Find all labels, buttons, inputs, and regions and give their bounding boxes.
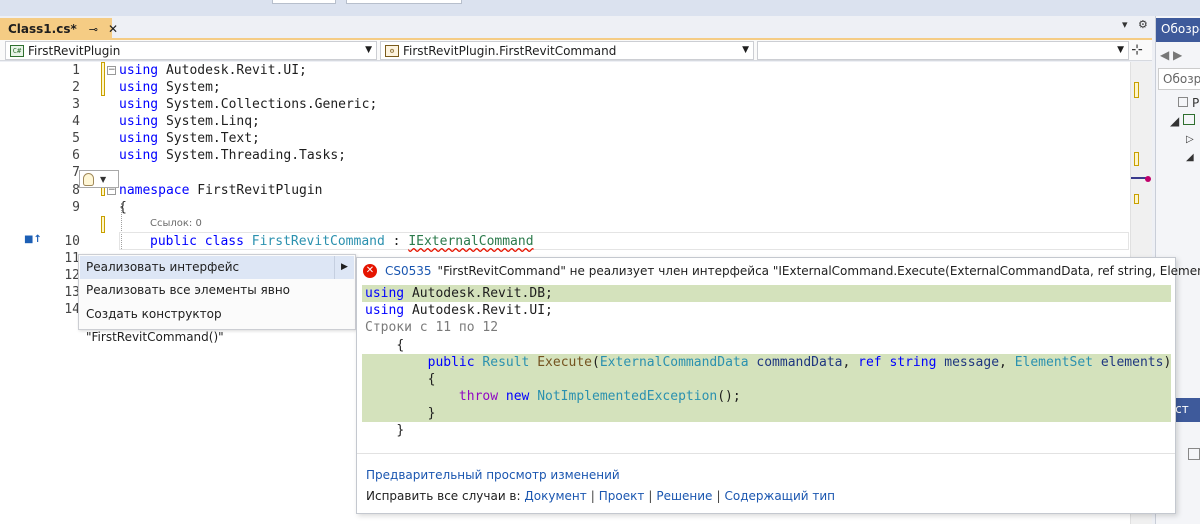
navigation-bar: C# FirstRevitPlugin ▼ ⚙ FirstRevitPlugin… [0, 40, 1152, 61]
preview-line: using Autodesk.Revit.UI; [365, 303, 553, 318]
preview-lines-range: Строки с 11 по 12 [365, 320, 499, 335]
tree-expand-icon[interactable]: ◢ [1170, 114, 1200, 128]
toolbar-box[interactable] [272, 0, 336, 4]
chevron-down-icon: ▼ [100, 174, 107, 184]
chevron-down-icon: ▼ [365, 45, 372, 55]
code-line-10: 10 public class FirstRevitCommand : IExte… [64, 234, 534, 249]
preview-added-line: } [362, 405, 1171, 422]
submenu-arrow-icon[interactable]: ▶ [334, 256, 354, 279]
csharp-project-icon: C# [10, 44, 24, 57]
fix-scope-solution-link[interactable]: Решение [656, 489, 712, 503]
panel-toolbar-icon[interactable] [1188, 448, 1200, 460]
error-icon: ✕ [363, 264, 377, 278]
panel-nav-icons[interactable]: ◀ ▶ [1160, 48, 1200, 62]
code-line: 7 [72, 165, 80, 180]
menu-item-generate-constructor[interactable]: Создать конструктор "FirstRevitCommand()… [80, 303, 354, 344]
tab-list-dropdown-icon[interactable]: ▾ [1122, 18, 1128, 31]
change-marker [1134, 82, 1139, 98]
type-dropdown[interactable]: ⚙ FirstRevitPlugin.FirstRevitCommand ▼ [380, 41, 754, 60]
quick-actions-lightbulb[interactable]: ▼ [79, 170, 119, 188]
code-line: 6 using System.Threading.Tasks; [72, 148, 346, 163]
search-input[interactable]: Обозр [1158, 68, 1200, 90]
menu-item-implement-interface[interactable]: Реализовать интерфейс [80, 256, 334, 279]
preview-added-line: using Autodesk.Revit.DB; [362, 285, 1171, 302]
project-dropdown[interactable]: C# FirstRevitPlugin ▼ [5, 41, 377, 60]
change-marker [1134, 194, 1139, 204]
change-marker [101, 216, 105, 233]
close-icon[interactable]: ✕ [108, 22, 118, 36]
menu-item-implement-explicitly[interactable]: Реализовать все элементы явно [80, 279, 354, 302]
panel-title: Обозре [1156, 18, 1200, 42]
fix-preview-popup: ✕ CS0535 "FirstRevitCommand" не реализуе… [356, 257, 1200, 514]
preview-added-line: throw new NotImplementedException(); [362, 388, 1171, 405]
chevron-down-icon: ▼ [1117, 45, 1124, 55]
preview-changes-link[interactable]: Предварительный просмотр изменений [366, 468, 620, 482]
split-window-button[interactable]: ⊹ [1128, 42, 1146, 60]
fix-scope-containing-type-link[interactable]: Содержащий тип [724, 489, 835, 503]
toolbar-box[interactable] [346, 0, 462, 4]
preview-added-line: { [362, 371, 1171, 388]
project-name: FirstRevitPlugin [28, 43, 121, 58]
tree-expand-icon[interactable]: ◢ [1186, 152, 1200, 163]
document-tab-bar: Class1.cs* ⊸ ✕ ▾ ⚙ [0, 16, 1152, 40]
change-marker [1134, 152, 1139, 166]
settings-icon[interactable]: ⚙ [1138, 18, 1148, 31]
error-code-link[interactable]: CS0535 [385, 264, 432, 278]
implements-interface-icon[interactable]: ■↑ [24, 234, 42, 245]
quick-actions-menu: Реализовать интерфейс ▶ Реализовать все … [78, 254, 356, 344]
tree-item-solution[interactable]: Р [1178, 96, 1200, 110]
code-line: 1 using Autodesk.Revit.UI; [72, 63, 307, 78]
pin-icon[interactable]: ⊸ [89, 23, 98, 36]
error-squiggle: IExternalCommand [408, 234, 534, 249]
fix-all-occurrences: Исправить все случаи в: Документ | Проект |… [366, 489, 836, 503]
top-toolbar-strip [0, 0, 1200, 16]
code-line: 9{ [72, 200, 127, 215]
fix-scope-project-link[interactable]: Проект [599, 489, 645, 503]
diagnostic-header: ✕ CS0535 "FirstRevitCommand" не реализуе… [363, 264, 1200, 278]
tree-collapsed-icon[interactable]: ▷ [1186, 134, 1200, 145]
code-line: 4 using System.Linq; [72, 114, 260, 129]
tab-class1-cs[interactable]: Class1.cs* ⊸ ✕ [0, 18, 118, 40]
divider [357, 453, 1175, 454]
type-name: FirstRevitPlugin.FirstRevitCommand [403, 43, 617, 58]
codelens-references[interactable]: Ссылок: 0 [150, 218, 202, 229]
fix-scope-document-link[interactable]: Документ [524, 489, 586, 503]
tab-title: Class1.cs* [8, 22, 77, 36]
member-dropdown[interactable]: ▼ [757, 41, 1129, 60]
class-icon: ⚙ [385, 44, 399, 57]
preview-line: { [396, 338, 405, 353]
preview-line: } [396, 423, 405, 438]
code-line: 2 using System; [72, 80, 221, 95]
chevron-down-icon: ▼ [742, 45, 749, 55]
preview-added-line: public Result Execute(ExternalCommandDat… [362, 354, 1171, 371]
caret-position-marker [1145, 176, 1151, 182]
code-line: 5 using System.Text; [72, 131, 260, 146]
code-line: 3 using System.Collections.Generic; [72, 97, 378, 112]
code-line: 8 namespace FirstRevitPlugin [72, 183, 323, 198]
lightbulb-icon [83, 172, 94, 186]
error-message: "FirstRevitCommand" не реализует член ин… [437, 264, 1200, 278]
